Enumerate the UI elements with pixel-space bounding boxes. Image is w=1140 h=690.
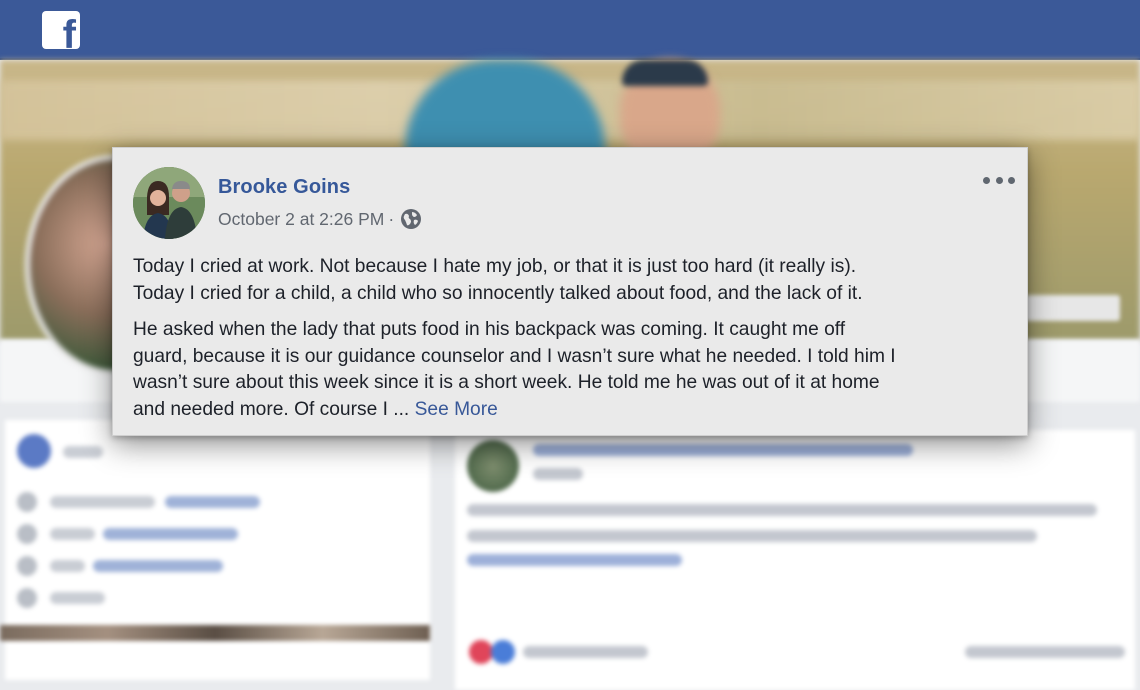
location-icon <box>17 556 37 576</box>
post-text-fragment: and needed more. Of course I ... <box>133 398 410 420</box>
reaction-count-line <box>523 646 648 658</box>
intro-line <box>50 560 85 572</box>
love-reaction-icon <box>469 640 493 664</box>
post-text-line <box>467 504 1097 516</box>
post-body: Today I cried at work. Not because I hat… <box>133 254 1013 424</box>
post-text-line <box>467 530 1037 542</box>
avatar <box>467 440 519 492</box>
facebook-logo-icon[interactable]: f <box>42 11 80 49</box>
post-text-line: guard, because it is our guidance counse… <box>133 345 896 367</box>
relationship-icon <box>17 588 37 608</box>
top-navigation-bar: f <box>0 0 1140 60</box>
intro-link <box>93 560 223 572</box>
intro-heading <box>63 446 103 458</box>
post-text-line: Today I cried at work. Not because I hat… <box>133 256 857 277</box>
like-reaction-icon <box>491 640 515 664</box>
post-meta-line <box>533 468 583 480</box>
post-text-line: Today I cried for a child, a child who s… <box>133 282 863 304</box>
cover-photo-detail <box>622 60 708 86</box>
see-more-link[interactable]: See More <box>415 399 498 420</box>
comment-share-count-line <box>965 646 1125 658</box>
education-icon <box>17 492 37 512</box>
intro-link <box>165 496 260 508</box>
more-options-icon[interactable] <box>983 170 1015 190</box>
intro-line <box>50 528 95 540</box>
intro-link <box>103 528 238 540</box>
globe-icon[interactable] <box>400 208 422 230</box>
post-timestamp[interactable]: October 2 at 2:26 PM <box>218 209 384 230</box>
post-text-line-last: and needed more. Of course I ... See Mor… <box>133 397 1013 424</box>
author-name[interactable]: Brooke Goins <box>218 176 350 199</box>
home-icon <box>17 524 37 544</box>
intro-line <box>50 592 105 604</box>
hashtag-line <box>467 554 682 566</box>
author-avatar[interactable] <box>133 167 205 239</box>
intro-icon <box>17 434 51 468</box>
blurred-feed-post <box>455 430 1135 690</box>
post-meta: October 2 at 2:26 PM · <box>218 207 422 231</box>
post-header-line <box>533 444 913 456</box>
post-text-line: wasn’t sure about this week since it is … <box>133 372 880 394</box>
intro-line <box>50 496 155 508</box>
post-text-line: He asked when the lady that puts food in… <box>133 319 846 341</box>
facebook-post: Brooke Goins October 2 at 2:26 PM · Toda… <box>112 147 1028 436</box>
photo-strip <box>0 625 430 641</box>
meta-separator: · <box>388 208 395 229</box>
intro-card <box>5 420 430 680</box>
